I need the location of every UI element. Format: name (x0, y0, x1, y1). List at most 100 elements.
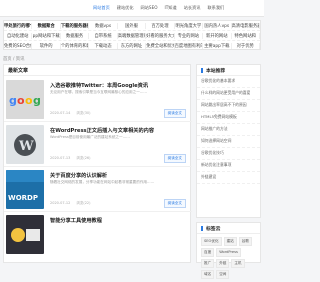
sidebar-recommend: 本站推荐 谷歌优化的基本要求 什么样的网站更受用户的喜爱 网站跳出率居高不下的原… (196, 64, 261, 218)
category-link[interactable]: 软件的 (32, 43, 61, 49)
article-views: 浏览(22) (76, 201, 91, 205)
article-title[interactable]: 智能分享工具使用教程 (50, 217, 102, 224)
article-meta: 2020-07-12 浏览(22) (50, 201, 91, 206)
sidebar-link[interactable]: 新站优化注意事项 (197, 160, 260, 172)
read-more-button[interactable]: 阅读全文 (163, 199, 186, 208)
article-views: 浏览(30) (76, 111, 91, 115)
category-link[interactable]: 主要app下载 (203, 43, 232, 49)
category-link[interactable]: 数据聚合 (32, 22, 61, 29)
sidebar-link[interactable]: 网站跳出率居高不下的原因 (197, 100, 260, 112)
sidebar-heading: 本站推荐 (197, 65, 260, 76)
list-item[interactable]: 智能分享工具使用教程 (4, 212, 192, 262)
svg-text:WORDP: WORDP (8, 194, 38, 202)
article-excerpt (50, 225, 186, 240)
sidebar-link[interactable]: 如何选择网站空间 (197, 136, 260, 148)
category-link[interactable]: 国内热人vps (203, 22, 232, 29)
category-link[interactable]: 个的体育的和网站 (61, 43, 90, 49)
category-row: 免费的SEO合作开发企业 软件的 个的体育的和网站 下载动态 东方的网址 免费全… (4, 41, 260, 51)
category-link[interactable]: 国外服 (118, 22, 147, 29)
category-link[interactable]: 自动化建站 (4, 32, 33, 39)
category-link[interactable]: 高端数据管理系统 (118, 32, 147, 39)
category-grid: 甲处旅行的哪个点 数据聚合 下载的服务器托管app 数据vps 国外服 百万处理… (3, 20, 261, 50)
sidebar-link[interactable]: 谷歌优化技巧 (197, 148, 260, 160)
list-item[interactable]: WORDP 关于百度分享的认识解析 随着社交网络的发展，分享功能在网站中起着非常… (4, 167, 192, 212)
category-link[interactable]: 百万处理 (146, 22, 175, 29)
nav-news[interactable]: 站长资讯 (184, 5, 201, 11)
category-link[interactable]: 甲处旅行的哪个点 (4, 22, 33, 29)
article-thumbnail[interactable]: WORDP (6, 170, 44, 209)
svg-text:W: W (18, 139, 34, 154)
tag-link[interactable]: 主机 (231, 259, 245, 268)
article-date: 2020-07-14 (50, 111, 71, 115)
wordpress-image-icon: W (6, 125, 44, 164)
category-link[interactable]: 对于优势 (232, 43, 260, 49)
category-link[interactable]: 免费全站和优秀者 (146, 43, 175, 49)
sidebar-link[interactable]: 什么样的网站更受用户的喜爱 (197, 88, 260, 100)
nav-contact[interactable]: 联系我们 (207, 5, 224, 11)
category-link[interactable]: 数据服务 (61, 32, 90, 39)
category-link[interactable]: 专业的网站 (175, 32, 204, 39)
article-excerpt: 无论用户在哪，搜索引擎是当今互联网最核心的应用之一…… (50, 90, 148, 94)
list-item[interactable]: g o o g 入选谷歌推特Twitter：本周Google资讯 无论用户在哪，… (4, 77, 192, 122)
article-excerpt: 随着社交网络的发展，分享功能在网站中起着非常重要的作用…… (50, 180, 155, 184)
category-link[interactable]: 百度地图有利的 (175, 43, 204, 49)
article-date: 2020-07-13 (50, 156, 71, 160)
tag-cloud: SEO优化 建站 谷歌 百度 WordPress 推广 外链 主机 域名 空间 (197, 234, 260, 282)
read-more-button[interactable]: 阅读全文 (163, 154, 186, 163)
article-meta: 2020-07-13 浏览(26) (50, 156, 91, 161)
heading-marker-icon (201, 67, 203, 73)
svg-text:g: g (9, 94, 17, 107)
tag-link[interactable]: 推广 (201, 259, 215, 268)
nav-home[interactable]: 网站首页 (93, 5, 110, 11)
nav-it[interactable]: IT知道 (165, 5, 177, 11)
category-link[interactable]: 免费的SEO合作开发企业 (4, 43, 33, 49)
svg-text:o: o (17, 94, 25, 107)
top-nav: 网站首页 建站优化 网站SEO IT知道 站长资讯 联系我们 (93, 5, 224, 11)
article-thumbnail[interactable] (6, 215, 44, 254)
category-link[interactable]: 东方的网址 (118, 43, 147, 49)
tag-link[interactable]: WordPress (216, 248, 241, 257)
category-link[interactable]: 下载的服务器托管app (61, 22, 90, 29)
article-thumbnail[interactable]: g o o g (6, 80, 44, 119)
tag-link[interactable]: 百度 (201, 248, 215, 257)
sidebar-tags: 标签云 SEO优化 建站 谷歌 百度 WordPress 推广 外链 主机 域名… (196, 222, 261, 279)
article-list-heading: 最新文章 (4, 65, 190, 76)
category-link[interactable]: 数据vps (89, 22, 118, 29)
sidebar-heading: 标签云 (197, 223, 260, 234)
nav-seo[interactable]: 网站SEO (141, 5, 158, 11)
svg-text:o: o (25, 94, 33, 107)
list-item[interactable]: W 在WordPress正文后插入与文章相关的内容 WordPress是目前使用… (4, 122, 192, 167)
tag-link[interactable]: 空间 (216, 270, 230, 279)
tag-link[interactable]: 域名 (201, 270, 215, 279)
category-link[interactable]: 自带系统 (89, 32, 118, 39)
article-views: 浏览(26) (76, 156, 91, 160)
category-link[interactable]: 特色网站和 (232, 32, 260, 39)
article-meta: 2020-07-14 浏览(30) (50, 111, 91, 116)
category-link[interactable]: 新开的网站 (203, 32, 232, 39)
article-excerpt: WordPress是目前使用最广泛的建站系统之一…… (50, 135, 130, 139)
article-title[interactable]: 在WordPress正文后插入与文章相关的内容 (50, 127, 154, 134)
sidebar-link[interactable]: 谷歌优化的基本要求 (197, 76, 260, 88)
tag-link[interactable]: 谷歌 (238, 237, 252, 246)
category-link[interactable]: 好看的服务大大全 (146, 32, 175, 39)
tag-link[interactable]: 建站 (223, 237, 237, 246)
category-link[interactable]: pp网站和下载 (32, 32, 61, 39)
nav-build[interactable]: 建站优化 (117, 5, 134, 11)
category-link[interactable]: 高清电影服务器 (232, 22, 260, 29)
sidebar-link[interactable]: HTML5免费网站模板 (197, 112, 260, 124)
sidebar-link[interactable]: 网站推广的方法 (197, 124, 260, 136)
article-title[interactable]: 关于百度分享的认识解析 (50, 172, 107, 179)
share-image-icon (6, 215, 44, 254)
breadcrumb[interactable]: 首页 / 资讯 (3, 56, 24, 62)
article-thumbnail[interactable]: W (6, 125, 44, 164)
wordpress-banner-icon: WORDP (6, 170, 44, 209)
read-more-button[interactable]: 阅读全文 (163, 109, 186, 118)
tag-link[interactable]: 外链 (216, 259, 230, 268)
article-title[interactable]: 入选谷歌推特Twitter：本周Google资讯 (50, 82, 148, 89)
sidebar-link[interactable]: 外链建设 (197, 172, 260, 184)
category-link[interactable]: 下载动态 (89, 43, 118, 49)
category-link[interactable]: 明光角度大学 (175, 22, 204, 29)
top-bar: 网站首页 建站优化 网站SEO IT知道 站长资讯 联系我们 (0, 0, 264, 17)
category-row: 甲处旅行的哪个点 数据聚合 下载的服务器托管app 数据vps 国外服 百万处理… (4, 21, 260, 31)
tag-link[interactable]: SEO优化 (201, 237, 222, 246)
